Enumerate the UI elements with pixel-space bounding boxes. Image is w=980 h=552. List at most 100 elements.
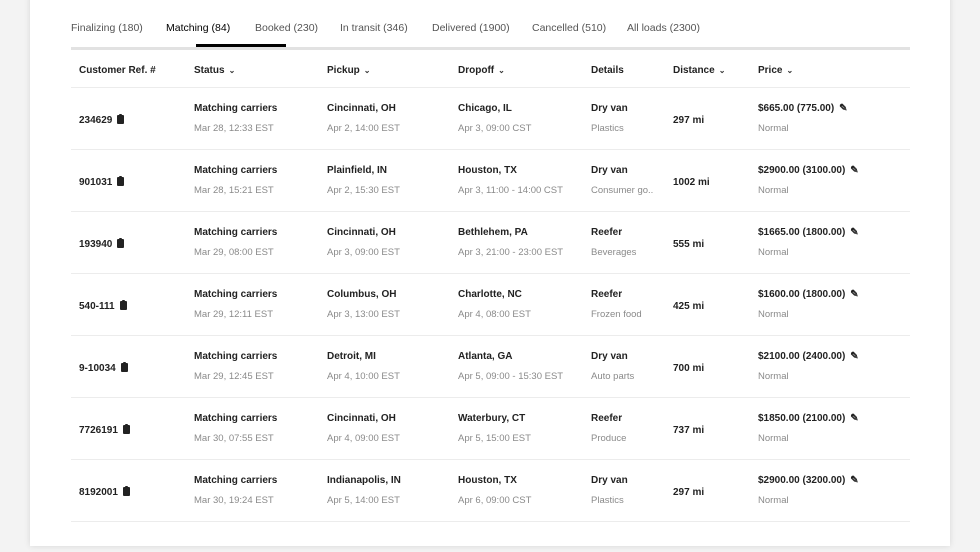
column-header-distance[interactable]: Distance ⌄ (665, 54, 750, 88)
table-row[interactable]: 7726191 Matching carriers Mar 30, 07:55 E… (71, 397, 910, 460)
pencil-icon[interactable]: ✎ (850, 475, 858, 486)
pencil-icon[interactable]: ✎ (850, 289, 858, 300)
status-text: Matching carriers (194, 102, 278, 114)
pickup-time: Apr 4, 10:00 EST (327, 370, 400, 382)
ref-cell: 193940 (71, 211, 186, 274)
dropoff-time: Apr 5, 15:00 EST (458, 432, 531, 444)
dropoff-cell: Charlotte, NC Apr 4, 08:00 EST (450, 273, 583, 336)
chevron-down-icon: ⌄ (718, 66, 726, 75)
column-header-ref: Customer Ref. # (71, 54, 186, 88)
details-cell: Reefer Beverages (583, 211, 665, 274)
chevron-down-icon: ⌄ (498, 66, 505, 75)
status-time: Mar 29, 12:11 EST (194, 308, 274, 320)
customer-ref: 193940 (79, 238, 113, 250)
chevron-down-icon: ⌄ (786, 66, 794, 75)
column-header-pickup[interactable]: Pickup ⌄ (319, 54, 450, 88)
status-cell: Matching carriers Mar 28, 12:33 EST (186, 87, 319, 150)
table-row[interactable]: 234629 Matching carriers Mar 28, 12:33 ES… (71, 87, 910, 150)
tab-finalizing[interactable]: Finalizing (180) (71, 21, 143, 47)
pickup-time: Apr 3, 09:00 EST (327, 246, 400, 258)
distance-cell: 297 mi (665, 87, 750, 150)
details-cell: Dry van Plastics (583, 459, 665, 522)
column-header-dropoff[interactable]: Dropoff ⌄ (450, 54, 583, 88)
status-cell: Matching carriers Mar 29, 12:45 EST (186, 335, 319, 398)
pickup-city: Cincinnati, OH (327, 226, 396, 238)
status-time: Mar 30, 19:24 EST (194, 494, 274, 506)
pencil-icon[interactable]: ✎ (850, 351, 858, 362)
pencil-icon[interactable]: ✎ (839, 103, 847, 114)
chevron-down-icon: ⌄ (228, 66, 236, 75)
price-value: $1850.00 (2100.00) ✎ (758, 412, 859, 424)
price-value: $1665.00 (1800.00) ✎ (758, 226, 859, 238)
clipboard-icon[interactable] (122, 423, 130, 434)
pickup-cell: Indianapolis, IN Apr 5, 14:00 EST (319, 459, 450, 522)
price-value: $665.00 (775.00) ✎ (758, 102, 848, 114)
equipment-type: Reefer (591, 288, 623, 300)
dropoff-cell: Houston, TX Apr 3, 11:00 - 14:00 CST (450, 149, 583, 212)
commodity: Beverages (591, 246, 637, 258)
equipment-type: Reefer (591, 226, 623, 238)
price-cell: $1665.00 (1800.00) ✎ Normal (750, 211, 910, 274)
dropoff-time: Apr 5, 09:00 - 15:30 EST (458, 370, 564, 382)
pickup-time: Apr 3, 13:00 EST (327, 308, 400, 320)
distance-cell: 297 mi (665, 459, 750, 522)
dropoff-cell: Chicago, IL Apr 3, 09:00 CST (450, 87, 583, 150)
priority-text: Normal (758, 122, 789, 134)
dropoff-time: Apr 3, 11:00 - 14:00 CST (458, 184, 563, 196)
pencil-icon[interactable]: ✎ (850, 165, 858, 176)
customer-ref: 901031 (79, 176, 113, 188)
pickup-cell: Detroit, MI Apr 4, 10:00 EST (319, 335, 450, 398)
customer-ref: 8192001 (79, 486, 118, 498)
clipboard-icon[interactable] (120, 361, 128, 372)
status-text: Matching carriers (194, 226, 278, 238)
pencil-icon[interactable]: ✎ (850, 413, 858, 424)
ref-cell: 8192001 (71, 459, 186, 522)
equipment-type: Dry van (591, 474, 628, 486)
distance-value: 425 mi (673, 300, 705, 312)
pickup-cell: Cincinnati, OH Apr 4, 09:00 EST (319, 397, 450, 460)
dropoff-time: Apr 6, 09:00 CST (458, 494, 532, 506)
table-row[interactable]: 8192001 Matching carriers Mar 30, 19:24 E… (71, 459, 910, 522)
dropoff-city: Bethlehem, PA (458, 226, 528, 238)
customer-ref: 9-10034 (79, 362, 116, 374)
clipboard-icon[interactable] (117, 175, 125, 186)
pickup-city: Cincinnati, OH (327, 412, 396, 424)
dropoff-city: Houston, TX (458, 164, 517, 176)
priority-text: Normal (758, 184, 789, 196)
column-header-status[interactable]: Status ⌄ (186, 54, 319, 88)
customer-ref: 7726191 (79, 424, 118, 436)
dropoff-time: Apr 3, 21:00 - 23:00 EST (458, 246, 564, 258)
table-row[interactable]: 193940 Matching carriers Mar 29, 08:00 ES… (71, 211, 910, 274)
pickup-time: Apr 4, 09:00 EST (327, 432, 400, 444)
pickup-cell: Columbus, OH Apr 3, 13:00 EST (319, 273, 450, 336)
clipboard-icon[interactable] (119, 299, 127, 310)
table-header-row: Customer Ref. # Status ⌄ Pickup ⌄ Dropoff ⌄… (71, 54, 910, 88)
tab-delivered[interactable]: Delivered (1900) (432, 21, 510, 47)
price-cell: $665.00 (775.00) ✎ Normal (750, 87, 910, 150)
commodity: Plastics (591, 494, 624, 506)
clipboard-icon[interactable] (122, 485, 130, 496)
table-row[interactable]: 901031 Matching carriers Mar 28, 15:21 ES… (71, 149, 910, 212)
tab-all-loads[interactable]: All loads (2300) (627, 21, 700, 47)
price-cell: $2100.00 (2400.00) ✎ Normal (750, 335, 910, 398)
table-row[interactable]: 9-10034 Matching carriers Mar 29, 12:45 E… (71, 335, 910, 398)
distance-value: 555 mi (673, 238, 705, 250)
column-header-price[interactable]: Price ⌄ (750, 54, 910, 88)
status-time: Mar 29, 12:45 EST (194, 370, 274, 382)
tab-cancelled[interactable]: Cancelled (510) (532, 21, 606, 47)
dropoff-city: Waterbury, CT (458, 412, 526, 424)
status-text: Matching carriers (194, 412, 278, 424)
table-row[interactable]: 540-111 Matching carriers Mar 29, 12:11 E… (71, 273, 910, 336)
pickup-cell: Cincinnati, OH Apr 2, 14:00 EST (319, 87, 450, 150)
priority-text: Normal (758, 246, 789, 258)
details-cell: Dry van Consumer go.. (583, 149, 665, 212)
dropoff-city: Houston, TX (458, 474, 517, 486)
pencil-icon[interactable]: ✎ (850, 227, 858, 238)
clipboard-icon[interactable] (117, 237, 125, 248)
pickup-city: Columbus, OH (327, 288, 397, 300)
status-cell: Matching carriers Mar 29, 12:11 EST (186, 273, 319, 336)
pickup-city: Plainfield, IN (327, 164, 388, 176)
tab-in-transit[interactable]: In transit (346) (340, 21, 408, 47)
status-cell: Matching carriers Mar 28, 15:21 EST (186, 149, 319, 212)
clipboard-icon[interactable] (117, 113, 125, 124)
